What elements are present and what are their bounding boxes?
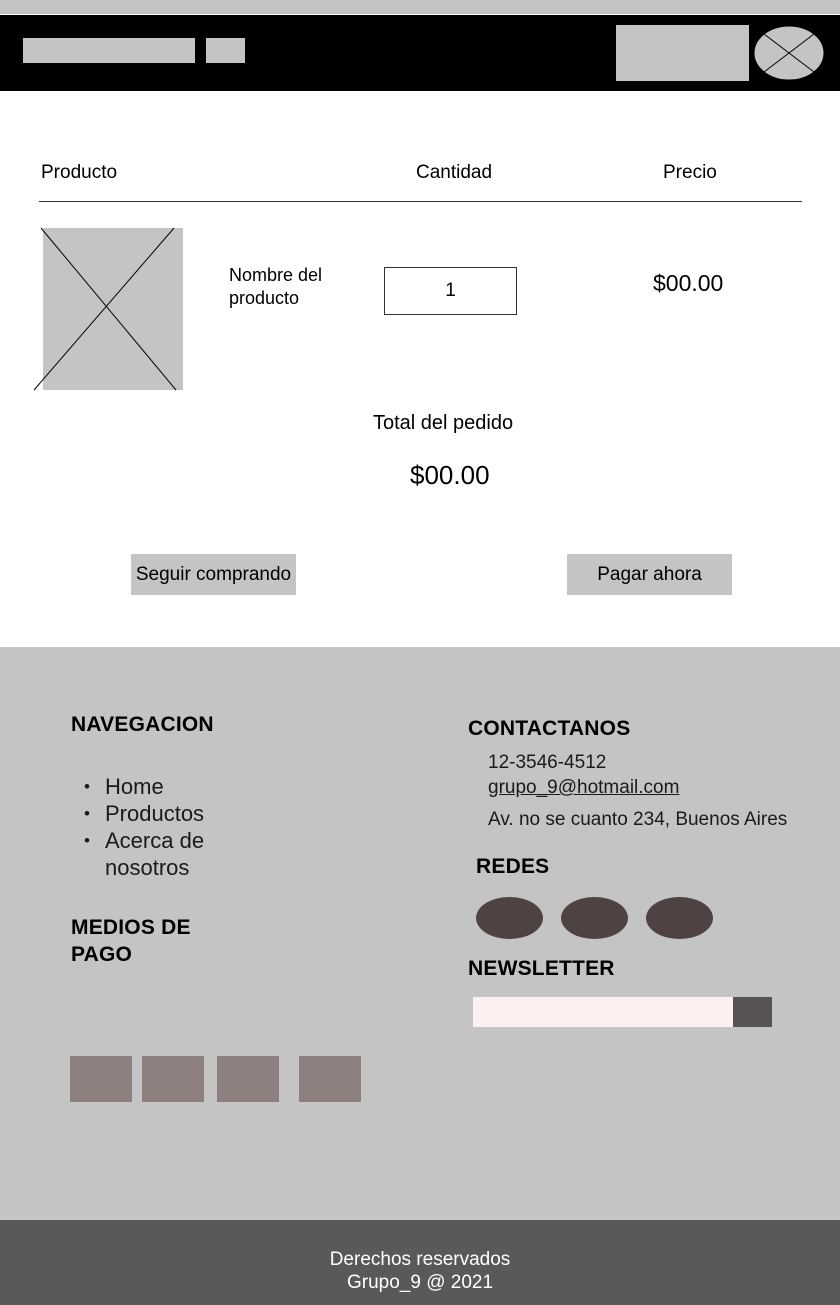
copyright-line-1: Derechos reservados — [329, 1249, 511, 1270]
order-total-value: $00.00 — [410, 460, 490, 490]
copyright-line-2: Grupo_9 @ 2021 — [346, 1272, 494, 1293]
footer-contact-title: CONTACTANOS — [468, 717, 631, 740]
site-header — [0, 15, 840, 91]
column-header-product: Producto — [41, 162, 118, 183]
social-icon[interactable] — [561, 897, 628, 939]
logo-placeholder[interactable] — [23, 38, 195, 63]
payment-method-icon — [217, 1056, 279, 1102]
contact-address: Av. no se cuanto 234, Buenos Aires — [488, 809, 788, 830]
quantity-input[interactable]: 1 — [384, 267, 517, 315]
footer-payment-title: MEDIOS DE PAGO — [71, 916, 191, 966]
copyright-bar: Derechos reservados Grupo_9 @ 2021 — [0, 1220, 840, 1305]
product-name: Nombre del producto — [229, 265, 323, 308]
contact-phone: 12-3546-4512 — [488, 752, 607, 773]
social-icon[interactable] — [476, 897, 543, 939]
table-divider — [39, 201, 802, 202]
nav-placeholder[interactable] — [206, 38, 245, 63]
footer-nav-title: NAVEGACION — [71, 713, 214, 736]
footer-nav-item-home[interactable]: Home — [72, 773, 245, 800]
payment-method-icon — [299, 1056, 361, 1102]
continue-shopping-button[interactable]: Seguir comprando — [131, 554, 296, 595]
footer-nav-list: Home Productos Acerca de nosotros — [72, 773, 245, 881]
newsletter-input[interactable] — [473, 997, 733, 1027]
footer-nav-item-products[interactable]: Productos — [72, 800, 245, 827]
footer-newsletter-title: NEWSLETTER — [468, 957, 615, 980]
contact-email-link[interactable]: grupo_9@hotmail.com — [488, 777, 679, 799]
product-price: $00.00 — [653, 270, 724, 296]
column-header-quantity: Cantidad — [416, 162, 493, 183]
search-placeholder[interactable] — [616, 25, 749, 81]
user-avatar-icon[interactable] — [752, 24, 826, 82]
pay-now-button[interactable]: Pagar ahora — [567, 554, 732, 595]
newsletter-submit-button[interactable] — [733, 997, 772, 1027]
product-image-placeholder — [33, 227, 183, 391]
top-strip — [0, 0, 840, 14]
payment-method-icon — [70, 1056, 132, 1102]
footer-social-title: REDES — [476, 855, 550, 878]
footer-nav-item-about[interactable]: Acerca de nosotros — [72, 827, 245, 881]
site-footer: NAVEGACION Home Productos Acerca de noso… — [0, 647, 840, 1220]
order-total-label: Total del pedido — [373, 412, 514, 434]
payment-method-icon — [142, 1056, 204, 1102]
social-icon[interactable] — [646, 897, 713, 939]
column-header-price: Precio — [663, 162, 717, 183]
